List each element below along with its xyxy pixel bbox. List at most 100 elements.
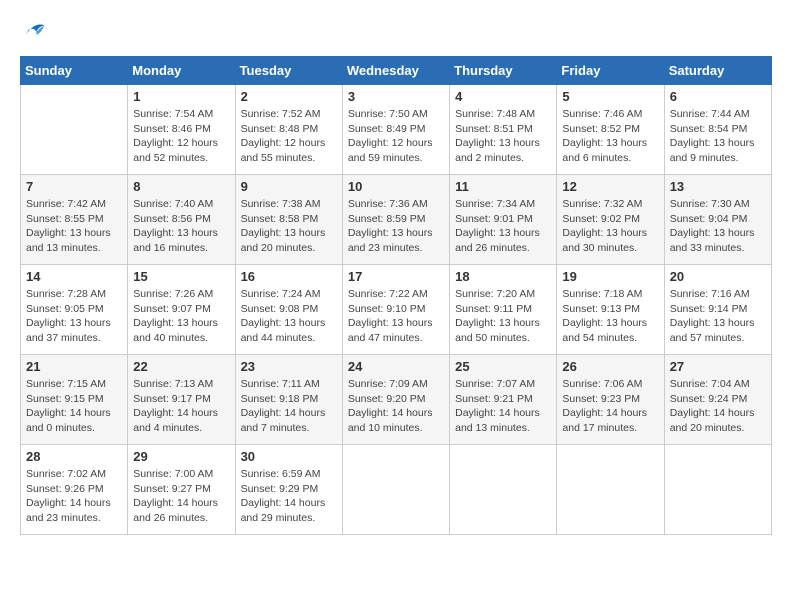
weekday-header-friday: Friday [557,57,664,85]
day-detail: Sunrise: 7:28 AMSunset: 9:05 PMDaylight:… [26,287,122,346]
calendar-cell: 22 Sunrise: 7:13 AMSunset: 9:17 PMDayligh… [128,355,235,445]
day-detail: Sunrise: 7:30 AMSunset: 9:04 PMDaylight:… [670,197,766,256]
calendar-cell: 7 Sunrise: 7:42 AMSunset: 8:55 PMDaylight… [21,175,128,265]
calendar-cell: 20 Sunrise: 7:16 AMSunset: 9:14 PMDayligh… [664,265,771,355]
calendar-cell: 18 Sunrise: 7:20 AMSunset: 9:11 PMDayligh… [450,265,557,355]
calendar-cell: 25 Sunrise: 7:07 AMSunset: 9:21 PMDayligh… [450,355,557,445]
calendar-cell: 14 Sunrise: 7:28 AMSunset: 9:05 PMDayligh… [21,265,128,355]
day-number: 9 [241,179,337,194]
day-number: 28 [26,449,122,464]
day-number: 17 [348,269,444,284]
calendar-cell: 2 Sunrise: 7:52 AMSunset: 8:48 PMDaylight… [235,85,342,175]
day-number: 25 [455,359,551,374]
calendar-cell: 29 Sunrise: 7:00 AMSunset: 9:27 PMDayligh… [128,445,235,535]
day-number: 1 [133,89,229,104]
day-number: 11 [455,179,551,194]
day-detail: Sunrise: 7:18 AMSunset: 9:13 PMDaylight:… [562,287,658,346]
day-number: 18 [455,269,551,284]
calendar-cell: 27 Sunrise: 7:04 AMSunset: 9:24 PMDayligh… [664,355,771,445]
day-detail: Sunrise: 7:52 AMSunset: 8:48 PMDaylight:… [241,107,337,166]
day-detail: Sunrise: 7:38 AMSunset: 8:58 PMDaylight:… [241,197,337,256]
day-number: 12 [562,179,658,194]
day-detail: Sunrise: 7:13 AMSunset: 9:17 PMDaylight:… [133,377,229,436]
day-number: 7 [26,179,122,194]
day-number: 15 [133,269,229,284]
calendar-week-row: 21 Sunrise: 7:15 AMSunset: 9:15 PMDayligh… [21,355,772,445]
day-number: 21 [26,359,122,374]
calendar-cell: 4 Sunrise: 7:48 AMSunset: 8:51 PMDaylight… [450,85,557,175]
day-number: 4 [455,89,551,104]
day-detail: Sunrise: 6:59 AMSunset: 9:29 PMDaylight:… [241,467,337,526]
day-number: 24 [348,359,444,374]
day-detail: Sunrise: 7:24 AMSunset: 9:08 PMDaylight:… [241,287,337,346]
day-number: 14 [26,269,122,284]
day-detail: Sunrise: 7:06 AMSunset: 9:23 PMDaylight:… [562,377,658,436]
day-detail: Sunrise: 7:36 AMSunset: 8:59 PMDaylight:… [348,197,444,256]
calendar-cell: 13 Sunrise: 7:30 AMSunset: 9:04 PMDayligh… [664,175,771,265]
calendar-cell: 16 Sunrise: 7:24 AMSunset: 9:08 PMDayligh… [235,265,342,355]
calendar-header-row: SundayMondayTuesdayWednesdayThursdayFrid… [21,57,772,85]
weekday-header-thursday: Thursday [450,57,557,85]
day-detail: Sunrise: 7:22 AMSunset: 9:10 PMDaylight:… [348,287,444,346]
day-number: 19 [562,269,658,284]
day-detail: Sunrise: 7:07 AMSunset: 9:21 PMDaylight:… [455,377,551,436]
calendar-cell: 5Sunrise: 7:46 AMSunset: 8:52 PMDaylight… [557,85,664,175]
day-detail: Sunrise: 7:11 AMSunset: 9:18 PMDaylight:… [241,377,337,436]
calendar-week-row: 28 Sunrise: 7:02 AMSunset: 9:26 PMDayligh… [21,445,772,535]
calendar-cell: 30 Sunrise: 6:59 AMSunset: 9:29 PMDayligh… [235,445,342,535]
weekday-header-saturday: Saturday [664,57,771,85]
calendar-cell: 1 Sunrise: 7:54 AMSunset: 8:46 PMDaylight… [128,85,235,175]
day-number: 23 [241,359,337,374]
calendar-cell: 28 Sunrise: 7:02 AMSunset: 9:26 PMDayligh… [21,445,128,535]
day-detail: Sunrise: 7:02 AMSunset: 9:26 PMDaylight:… [26,467,122,526]
day-number: 10 [348,179,444,194]
day-detail: Sunrise: 7:54 AMSunset: 8:46 PMDaylight:… [133,107,229,166]
day-detail: Sunrise: 7:04 AMSunset: 9:24 PMDaylight:… [670,377,766,436]
day-number: 30 [241,449,337,464]
day-detail: Sunrise: 7:34 AMSunset: 9:01 PMDaylight:… [455,197,551,256]
calendar-cell: 11 Sunrise: 7:34 AMSunset: 9:01 PMDayligh… [450,175,557,265]
calendar-cell: 21 Sunrise: 7:15 AMSunset: 9:15 PMDayligh… [21,355,128,445]
calendar-week-row: 7 Sunrise: 7:42 AMSunset: 8:55 PMDaylight… [21,175,772,265]
calendar-cell: 12Sunrise: 7:32 AMSunset: 9:02 PMDayligh… [557,175,664,265]
page-header [20,20,772,40]
calendar-cell: 9 Sunrise: 7:38 AMSunset: 8:58 PMDaylight… [235,175,342,265]
day-number: 27 [670,359,766,374]
day-detail: Sunrise: 7:15 AMSunset: 9:15 PMDaylight:… [26,377,122,436]
calendar-week-row: 14 Sunrise: 7:28 AMSunset: 9:05 PMDayligh… [21,265,772,355]
day-number: 20 [670,269,766,284]
day-detail: Sunrise: 7:50 AMSunset: 8:49 PMDaylight:… [348,107,444,166]
calendar-table: SundayMondayTuesdayWednesdayThursdayFrid… [20,56,772,535]
calendar-cell: 6 Sunrise: 7:44 AMSunset: 8:54 PMDaylight… [664,85,771,175]
calendar-cell: 19 Sunrise: 7:18 AMSunset: 9:13 PMDayligh… [557,265,664,355]
weekday-header-monday: Monday [128,57,235,85]
day-detail: Sunrise: 7:44 AMSunset: 8:54 PMDaylight:… [670,107,766,166]
day-detail: Sunrise: 7:42 AMSunset: 8:55 PMDaylight:… [26,197,122,256]
calendar-cell: 8Sunrise: 7:40 AMSunset: 8:56 PMDaylight… [128,175,235,265]
day-number: 16 [241,269,337,284]
calendar-cell: 23 Sunrise: 7:11 AMSunset: 9:18 PMDayligh… [235,355,342,445]
day-number: 6 [670,89,766,104]
day-detail: Sunrise: 7:26 AMSunset: 9:07 PMDaylight:… [133,287,229,346]
weekday-header-sunday: Sunday [21,57,128,85]
calendar-cell: 17 Sunrise: 7:22 AMSunset: 9:10 PMDayligh… [342,265,449,355]
day-number: 22 [133,359,229,374]
day-detail: Sunrise: 7:00 AMSunset: 9:27 PMDaylight:… [133,467,229,526]
day-number: 2 [241,89,337,104]
calendar-week-row: 1 Sunrise: 7:54 AMSunset: 8:46 PMDaylight… [21,85,772,175]
day-detail: Sunrise: 7:48 AMSunset: 8:51 PMDaylight:… [455,107,551,166]
calendar-cell [450,445,557,535]
calendar-cell: 3Sunrise: 7:50 AMSunset: 8:49 PMDaylight… [342,85,449,175]
logo [20,20,48,40]
day-number: 29 [133,449,229,464]
weekday-header-tuesday: Tuesday [235,57,342,85]
logo-bird-icon [22,20,46,40]
day-detail: Sunrise: 7:20 AMSunset: 9:11 PMDaylight:… [455,287,551,346]
calendar-cell: 15 Sunrise: 7:26 AMSunset: 9:07 PMDayligh… [128,265,235,355]
calendar-cell [21,85,128,175]
day-number: 13 [670,179,766,194]
calendar-cell: 24Sunrise: 7:09 AMSunset: 9:20 PMDayligh… [342,355,449,445]
day-detail: Sunrise: 7:40 AMSunset: 8:56 PMDaylight:… [133,197,229,256]
day-detail: Sunrise: 7:16 AMSunset: 9:14 PMDaylight:… [670,287,766,346]
calendar-cell: 10 Sunrise: 7:36 AMSunset: 8:59 PMDayligh… [342,175,449,265]
